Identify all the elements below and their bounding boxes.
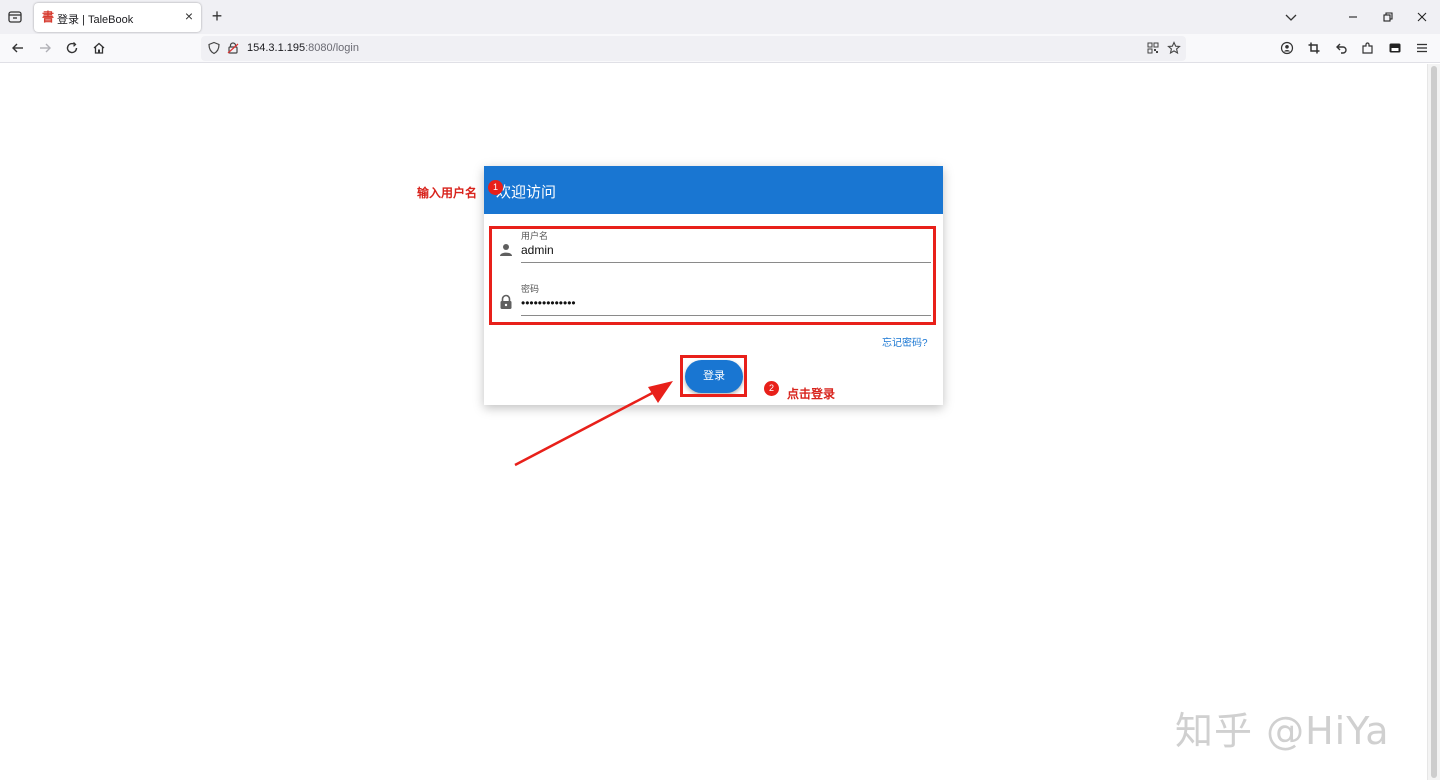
new-tab-button[interactable]: +	[209, 7, 225, 25]
url-host: 154.3.1.195	[247, 42, 306, 54]
qr-code-icon[interactable]	[1144, 39, 1162, 57]
step2-annotation-text: 点击登录	[787, 387, 836, 401]
zhihu-watermark: 知乎 @HiYa	[1175, 709, 1390, 753]
navigation-toolbar: 154.3.1.195:8080/login	[0, 34, 1440, 63]
pointer-arrow-icon	[514, 381, 673, 467]
insecure-lock-icon[interactable]	[224, 39, 242, 57]
forgot-password-link[interactable]: 忘记密码?	[882, 334, 928, 349]
tab-list-icon[interactable]	[6, 8, 24, 26]
tab-bar: 書 登录 | TaleBook × +	[0, 0, 1440, 34]
tab-title: 登录 | TaleBook	[57, 14, 134, 26]
tracking-shield-icon[interactable]	[205, 39, 223, 57]
url-text[interactable]: 154.3.1.195:8080/login	[247, 42, 359, 54]
url-path: :8080/login	[305, 42, 359, 54]
talebook-favicon-icon: 書	[42, 10, 55, 24]
account-icon[interactable]	[1278, 39, 1296, 57]
undo-arrow-icon[interactable]	[1332, 39, 1350, 57]
browser-tab-active[interactable]: 書 登录 | TaleBook ×	[34, 3, 201, 32]
forward-arrow-icon[interactable]	[36, 39, 54, 57]
extensions-puzzle-icon[interactable]	[1359, 39, 1377, 57]
login-button-highlight-box	[680, 355, 747, 397]
bookmark-star-icon[interactable]	[1165, 39, 1183, 57]
login-title: 欢迎访问	[496, 184, 557, 201]
tab-close-icon[interactable]: ×	[182, 9, 196, 23]
login-card-header: 欢迎访问	[484, 166, 943, 214]
home-icon[interactable]	[90, 39, 108, 57]
page-scrollbar[interactable]	[1427, 64, 1440, 780]
scrollbar-thumb[interactable]	[1431, 66, 1437, 778]
step2-number-badge: 2	[764, 381, 779, 396]
url-bar[interactable]: 154.3.1.195:8080/login	[201, 36, 1186, 61]
sidebar-extension-icon[interactable]	[1386, 39, 1404, 57]
back-arrow-icon[interactable]	[9, 39, 27, 57]
hamburger-menu-icon[interactable]	[1413, 39, 1431, 57]
close-window-icon[interactable]	[1413, 8, 1431, 26]
step1-annotation-text: 输入用户名	[417, 186, 478, 200]
restore-icon[interactable]	[1379, 8, 1397, 26]
reload-icon[interactable]	[63, 39, 81, 57]
step1-number-badge: 1	[488, 180, 503, 195]
list-all-tabs-chevron-icon[interactable]	[1282, 8, 1300, 26]
credentials-highlight-box	[489, 226, 936, 325]
screenshot-crop-icon[interactable]	[1305, 39, 1323, 57]
minimize-icon[interactable]	[1344, 8, 1362, 26]
